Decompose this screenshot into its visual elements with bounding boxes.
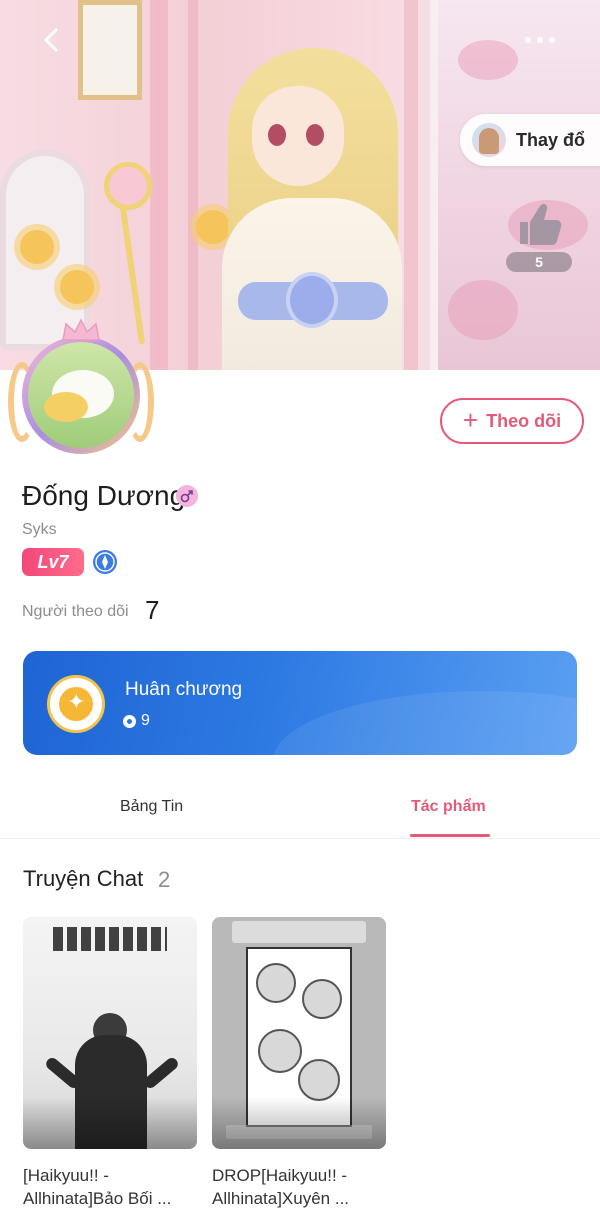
story-title[interactable]: [Haikyuu!! - Allhinata]Bảo Bối ... xyxy=(23,1164,199,1210)
profile-name: Đống Dương xyxy=(22,480,186,511)
story-card[interactable] xyxy=(212,917,386,1149)
medal-count: 9 xyxy=(141,712,150,729)
like-button[interactable] xyxy=(512,200,564,248)
follow-button[interactable]: + Theo dõi xyxy=(440,398,584,444)
back-button[interactable] xyxy=(36,24,68,56)
flower-decoration xyxy=(60,270,94,304)
cover-character xyxy=(256,963,296,1003)
cover-character xyxy=(258,1029,302,1073)
card-background-wave xyxy=(273,691,577,755)
profile-banner xyxy=(0,0,600,370)
like-count: 5 xyxy=(506,252,572,272)
medal-card[interactable]: Huân chương 9 xyxy=(23,651,577,755)
tab-feed[interactable]: Bảng Tin xyxy=(120,798,183,816)
medal-title: Huân chương xyxy=(125,679,243,700)
flower-decoration xyxy=(20,230,54,264)
avatar-frame xyxy=(22,336,140,454)
cover-shade xyxy=(23,1097,197,1149)
cover-character xyxy=(302,979,342,1019)
chevron-left-icon xyxy=(44,28,58,52)
magic-staff-decoration xyxy=(104,162,152,210)
cover-shade xyxy=(212,1097,386,1149)
character-eye xyxy=(306,124,324,146)
character-eye xyxy=(268,124,286,146)
wall-decoration xyxy=(188,0,198,370)
cover-illustration xyxy=(141,1055,181,1091)
section-title: Truyện Chat xyxy=(23,866,144,891)
blossom-decoration xyxy=(448,280,518,340)
crown-icon xyxy=(62,318,100,341)
cover-title-strip xyxy=(232,921,366,943)
followers-count[interactable]: 7 xyxy=(145,595,159,626)
wall-decoration xyxy=(150,0,168,370)
blossom-decoration xyxy=(458,40,518,80)
tab-divider xyxy=(0,838,600,839)
avatar-image xyxy=(28,342,134,448)
series-logo-decoration xyxy=(53,927,167,951)
story-title[interactable]: DROP[Haikyuu!! - Allhinata]Xuyên ... xyxy=(212,1164,388,1210)
wall-decoration xyxy=(404,0,418,370)
writer-quill-badge-icon[interactable] xyxy=(92,549,118,575)
follow-button-label: Theo dõi xyxy=(486,410,562,431)
active-tab-indicator xyxy=(410,834,490,837)
medal-icon xyxy=(47,675,105,733)
character-face xyxy=(252,86,344,186)
wall-picture-frame xyxy=(78,0,142,100)
window-decoration xyxy=(430,0,600,370)
change-outfit-button[interactable]: Thay đổ xyxy=(460,114,600,166)
plus-icon: + xyxy=(462,404,479,435)
level-badge[interactable]: Lv7 xyxy=(22,548,84,576)
straw-hat-illustration xyxy=(44,392,88,422)
section-count: 2 xyxy=(158,867,171,892)
profile-avatar[interactable] xyxy=(6,318,156,460)
flower-decoration xyxy=(196,210,230,244)
more-horizontal-icon xyxy=(525,37,555,43)
thumbs-up-icon xyxy=(520,203,562,245)
character-bow xyxy=(286,272,338,328)
outfit-thumbnail-icon xyxy=(472,123,506,157)
story-card[interactable] xyxy=(23,917,197,1149)
gender-female-icon xyxy=(176,485,198,507)
cover-character xyxy=(298,1059,340,1101)
medal-count-icon xyxy=(123,715,136,728)
profile-handle: Syks xyxy=(22,521,57,538)
tab-works[interactable]: Tác phẩm xyxy=(411,798,486,816)
more-options-button[interactable] xyxy=(520,28,560,52)
change-outfit-label: Thay đổ xyxy=(516,129,586,150)
followers-label: Người theo dõi xyxy=(22,603,129,620)
